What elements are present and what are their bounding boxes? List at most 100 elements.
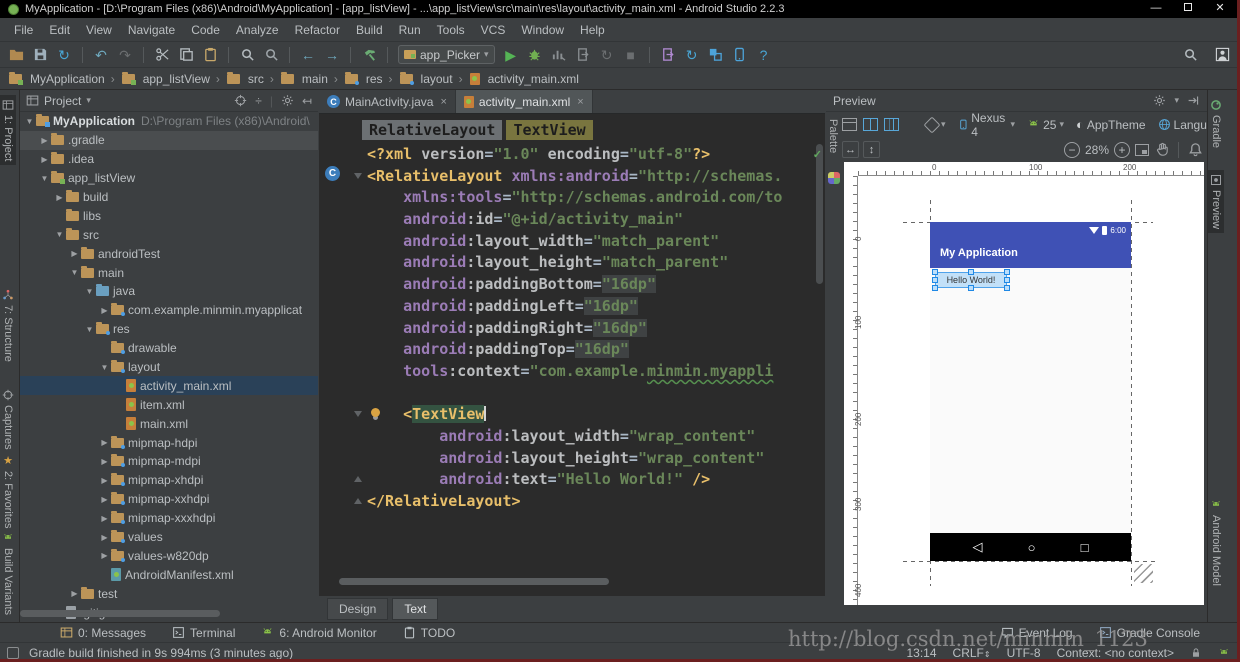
menu-item-view[interactable]: View: [78, 20, 120, 40]
tree-item-mipmap-xxxhdpi[interactable]: ▶ mipmap-xxxhdpi: [20, 509, 318, 528]
nav-recents-icon[interactable]: □: [1081, 540, 1089, 555]
toolwindow-button-0-messages[interactable]: 0: Messages: [60, 626, 146, 640]
toolwindow-button-todo[interactable]: TODO: [403, 626, 455, 640]
save-all-icon[interactable]: [28, 44, 52, 66]
pan-hand-icon[interactable]: [1152, 140, 1172, 160]
close-button[interactable]: ✕: [1206, 2, 1234, 16]
line-ending-selector[interactable]: CRLF⇕: [953, 646, 991, 660]
resize-height-icon[interactable]: ↕: [863, 141, 880, 158]
tree-item-myapplication[interactable]: ▼ MyApplication D:\Program Files (x86)\And…: [20, 112, 318, 131]
breadcrumb-layout[interactable]: layout: [399, 71, 453, 86]
locate-file-icon[interactable]: [234, 94, 247, 107]
collapse-all-icon[interactable]: ÷: [255, 94, 262, 108]
code-editor[interactable]: <?xml version="1.0" encoding="utf-8"?> <R…: [319, 144, 813, 572]
project-view-dropdown-icon[interactable]: ▾: [86, 95, 91, 106]
encoding-selector[interactable]: UTF-8: [1007, 646, 1041, 660]
tree-chevron-icon[interactable]: ▼: [99, 363, 110, 372]
search-everywhere-icon[interactable]: [1178, 44, 1202, 66]
tree-chevron-icon[interactable]: ▼: [84, 287, 95, 296]
menu-item-help[interactable]: Help: [572, 20, 613, 40]
tag-breadcrumb-relativelayout[interactable]: RelativeLayout: [362, 120, 503, 140]
project-horizontal-scrollbar[interactable]: [20, 610, 220, 617]
hector-icon[interactable]: [1218, 647, 1230, 659]
project-settings-gear-icon[interactable]: [281, 94, 294, 107]
menu-item-analyze[interactable]: Analyze: [228, 20, 287, 40]
debug-icon[interactable]: [523, 44, 547, 66]
tree-item-activity_main-xml[interactable]: activity_main.xml: [20, 376, 318, 396]
lock-icon[interactable]: [1190, 647, 1202, 659]
tree-chevron-icon[interactable]: ▶: [39, 136, 50, 145]
show-blueprint-icon[interactable]: [863, 115, 878, 135]
nav-home-icon[interactable]: ○: [1028, 540, 1036, 555]
forward-icon[interactable]: →: [320, 44, 344, 66]
tool-strip-tab-2-favorites[interactable]: ★ 2: Favorites: [0, 450, 16, 532]
cut-icon[interactable]: [150, 44, 174, 66]
tree-item-item-xml[interactable]: item.xml: [20, 395, 318, 414]
tree-item-mipmap-hdpi[interactable]: ▶ mipmap-hdpi: [20, 433, 318, 452]
tree-item-build[interactable]: ▶ build: [20, 188, 318, 207]
coverage-icon[interactable]: [656, 44, 680, 66]
editor-horizontal-scrollbar[interactable]: [339, 578, 609, 585]
breadcrumb-myapplication[interactable]: MyApplication: [8, 71, 105, 86]
preview-settings-gear-icon[interactable]: [1153, 94, 1166, 107]
editor-vertical-scrollbar[interactable]: [816, 144, 823, 564]
tag-breadcrumb-textview[interactable]: TextView: [506, 120, 593, 140]
toolwindow-button-event-log[interactable]: Event Log: [1001, 626, 1073, 640]
avd-manager-icon[interactable]: [728, 44, 752, 66]
menu-item-run[interactable]: Run: [391, 20, 429, 40]
paste-icon[interactable]: [198, 44, 222, 66]
tree-item-values[interactable]: ▶ values: [20, 528, 318, 547]
tree-item--gradle[interactable]: ▶ .gradle: [20, 130, 318, 150]
tree-chevron-icon[interactable]: ▶: [39, 155, 50, 164]
tree-chevron-icon[interactable]: ▶: [69, 589, 80, 598]
maximize-button[interactable]: [1174, 2, 1202, 16]
tree-item-mipmap-xxhdpi[interactable]: ▶ mipmap-xxhdpi: [20, 490, 318, 509]
tree-chevron-icon[interactable]: ▶: [54, 193, 65, 202]
sdk-manager-icon[interactable]: [704, 44, 728, 66]
tree-item-main[interactable]: ▼ main: [20, 263, 318, 282]
selected-textview[interactable]: Hello World!: [932, 269, 1010, 291]
tree-chevron-icon[interactable]: ▼: [54, 230, 65, 239]
tree-item-mipmap-mdpi[interactable]: ▶ mipmap-mdpi: [20, 452, 318, 471]
sync-icon[interactable]: ↻: [52, 44, 76, 66]
device-preview[interactable]: 6:00 My Application Hello World! ◁ ○ □: [930, 222, 1131, 561]
tree-item-androidmanifest-xml[interactable]: AndroidManifest.xml: [20, 565, 318, 584]
tab-close-icon[interactable]: ×: [577, 96, 583, 108]
nav-back-icon[interactable]: ◁: [973, 539, 983, 555]
build-icon[interactable]: [357, 44, 381, 66]
tree-item-app_listview[interactable]: ▼ app_listView: [20, 169, 318, 188]
editor-tab-mainactivity-java[interactable]: C MainActivity.java ×: [319, 90, 456, 113]
theme-selector[interactable]: ◐ AppTheme: [1073, 117, 1149, 132]
toolwindow-button-gradle-console[interactable]: Gradle Console: [1099, 626, 1200, 640]
api-level-selector[interactable]: 25 ▾: [1024, 118, 1067, 132]
language-selector[interactable]: Language▾: [1155, 118, 1207, 132]
tree-item-mipmap-xhdpi[interactable]: ▶ mipmap-xhdpi: [20, 471, 318, 490]
palette-tab[interactable]: Palette: [826, 116, 840, 156]
zoom-out-button[interactable]: −: [1063, 141, 1080, 158]
back-icon[interactable]: ←: [296, 44, 320, 66]
gradle-sync-icon[interactable]: ↻: [680, 44, 704, 66]
tab-close-icon[interactable]: ×: [440, 96, 446, 108]
tool-window-toggle-icon[interactable]: [7, 646, 19, 659]
tree-item-java[interactable]: ▼ java: [20, 282, 318, 301]
preview-dock-icon[interactable]: [1187, 94, 1200, 107]
tree-chevron-icon[interactable]: ▼: [24, 117, 35, 126]
device-selector[interactable]: Nexus 4 ▾: [955, 111, 1019, 139]
menu-item-window[interactable]: Window: [513, 20, 572, 40]
zoom-in-button[interactable]: +: [1114, 141, 1130, 158]
tree-item-libs[interactable]: libs: [20, 206, 318, 225]
hide-panel-icon[interactable]: ↤: [302, 94, 312, 108]
profile-icon[interactable]: [547, 44, 571, 66]
tree-chevron-icon[interactable]: ▶: [99, 438, 110, 447]
find-icon[interactable]: [235, 44, 259, 66]
open-icon[interactable]: [4, 44, 28, 66]
menu-item-build[interactable]: Build: [348, 20, 391, 40]
menu-item-code[interactable]: Code: [183, 20, 228, 40]
breadcrumb-src[interactable]: src: [226, 71, 264, 86]
attach-debugger-icon[interactable]: [571, 44, 595, 66]
tree-item-values-w820dp[interactable]: ▶ values-w820dp: [20, 546, 318, 565]
zoom-to-fit-icon[interactable]: [1132, 140, 1152, 160]
tree-item-layout[interactable]: ▼ layout: [20, 358, 318, 377]
tree-chevron-icon[interactable]: ▶: [99, 457, 110, 466]
editor-tab-activity_main-xml[interactable]: activity_main.xml ×: [455, 90, 593, 113]
